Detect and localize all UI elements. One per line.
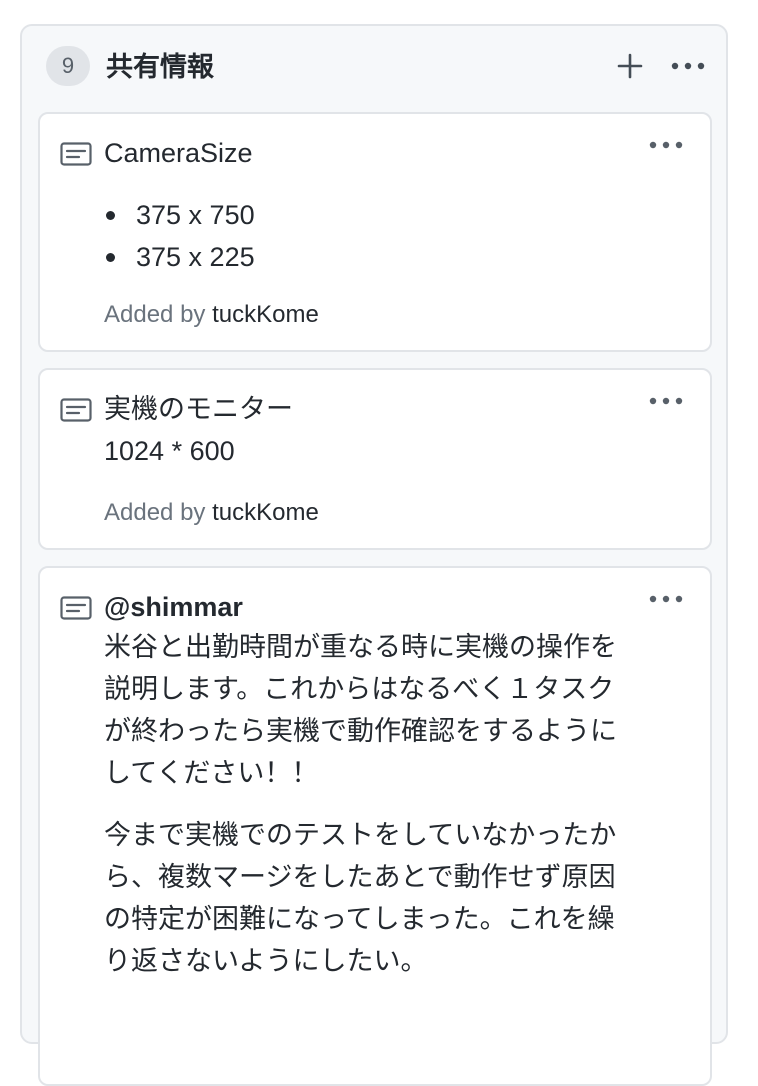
paragraph-line: 今まで実機でのテストをしていなかったか xyxy=(104,820,617,850)
project-column: 9 共有情報 CameraSize 375 x 750 375 x 225 Ad… xyxy=(20,24,728,1086)
card-title: 実機のモニター xyxy=(104,394,293,424)
card-count-badge: 9 xyxy=(46,46,90,86)
note-card[interactable]: @shimmar 米谷と出勤時間が重なる時に実機の操作を 説明します。これからは… xyxy=(38,566,712,1086)
card-paragraph: 今まで実機でのテストをしていなかったか ら、複数マージをしたあとで動作せず原因 … xyxy=(104,814,664,982)
card-title: CameraSize xyxy=(104,138,253,168)
note-icon xyxy=(60,398,92,422)
card-menu-button[interactable] xyxy=(646,584,686,614)
list-item: 375 x 750 xyxy=(106,194,255,236)
added-by-line: Added by tuckKome xyxy=(104,498,319,528)
card-body: 1024 * 600 xyxy=(104,436,235,466)
note-icon xyxy=(60,596,92,620)
card-menu-button[interactable] xyxy=(646,130,686,160)
size-list: 375 x 750 375 x 225 xyxy=(104,194,255,278)
note-card[interactable]: 実機のモニター 1024 * 600 Added by tuckKome xyxy=(38,368,712,550)
added-by-line: Added by tuckKome xyxy=(104,300,319,330)
note-icon xyxy=(60,142,92,166)
column-title: 共有情報 xyxy=(106,52,214,82)
card-menu-button[interactable] xyxy=(646,386,686,416)
added-by-label: Added by xyxy=(104,301,206,328)
kebab-horizontal-icon xyxy=(649,397,683,405)
note-card[interactable]: CameraSize 375 x 750 375 x 225 Added by … xyxy=(38,112,712,352)
paragraph-line: ら、複数マージをしたあとで動作せず原因 xyxy=(104,862,616,892)
author-link[interactable]: tuckKome xyxy=(212,301,319,328)
column-header: 9 共有情報 xyxy=(22,26,726,110)
kebab-horizontal-icon xyxy=(649,595,683,603)
author-link[interactable]: tuckKome xyxy=(212,499,319,526)
paragraph-line: 米谷と出勤時間が重なる時に実機の操作を xyxy=(104,632,617,662)
paragraph-line: り返さないようにしたい。 xyxy=(104,946,428,976)
paragraph-line: の特定が困難になってしまった。これを繰 xyxy=(104,904,615,934)
paragraph-line: してください！！ xyxy=(104,758,319,788)
paragraph-line: 説明します。これからはなるべく１タスク xyxy=(104,674,615,704)
add-card-button[interactable] xyxy=(610,46,650,86)
kebab-horizontal-icon xyxy=(671,62,705,70)
paragraph-line: が終わったら実機で動作確認をするように xyxy=(104,716,617,746)
card-title: @shimmar xyxy=(104,592,243,622)
plus-icon xyxy=(617,53,643,79)
kebab-horizontal-icon xyxy=(649,141,683,149)
card-paragraph: 米谷と出勤時間が重なる時に実機の操作を 説明します。これからはなるべく１タスク … xyxy=(104,626,664,794)
added-by-label: Added by xyxy=(104,499,206,526)
column-menu-button[interactable] xyxy=(668,46,708,86)
list-item: 375 x 225 xyxy=(106,236,255,278)
